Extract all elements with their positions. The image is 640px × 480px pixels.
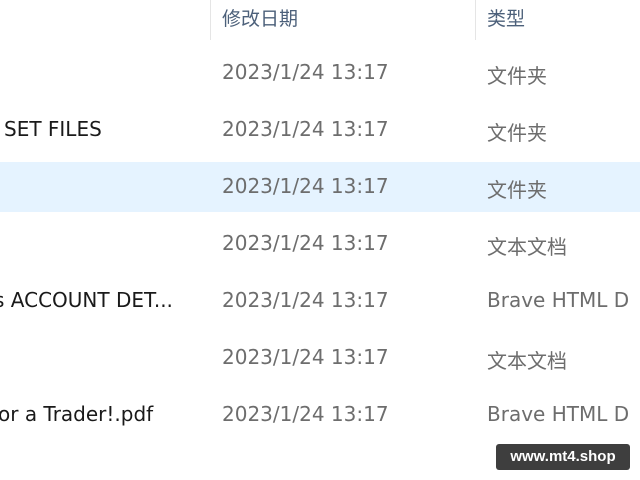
file-date-modified: 2023/1/24 13:17 <box>222 288 389 312</box>
file-row[interactable]: SET FILES 2023/1/24 13:17 文件夹 <box>0 105 640 155</box>
column-header-bar: 修改日期 类型 <box>0 0 640 40</box>
file-row-selected[interactable]: 2023/1/24 13:17 文件夹 <box>0 162 640 212</box>
file-type: Brave HTML D <box>487 402 630 426</box>
file-type: 文本文档 <box>487 349 567 373</box>
file-row[interactable]: s ACCOUNT DET... 2023/1/24 13:17 Brave H… <box>0 276 640 326</box>
file-date-modified: 2023/1/24 13:17 <box>222 117 389 141</box>
file-name[interactable]: or a Trader!.pdf <box>0 402 153 426</box>
file-type: 文件夹 <box>487 64 547 88</box>
file-type: 文件夹 <box>487 121 547 145</box>
file-row[interactable]: or a Trader!.pdf 2023/1/24 13:17 Brave H… <box>0 390 640 440</box>
file-row[interactable]: 2023/1/24 13:17 文本文档 <box>0 333 640 383</box>
watermark-label: www.mt4.shop <box>496 444 630 470</box>
file-type: 文本文档 <box>487 235 567 259</box>
file-date-modified: 2023/1/24 13:17 <box>222 345 389 369</box>
file-row[interactable]: 2023/1/24 13:17 文件夹 <box>0 48 640 98</box>
file-date-modified: 2023/1/24 13:17 <box>222 402 389 426</box>
file-name[interactable]: s ACCOUNT DET... <box>0 288 173 312</box>
file-type: 文件夹 <box>487 178 547 202</box>
column-divider[interactable] <box>475 0 476 40</box>
file-date-modified: 2023/1/24 13:17 <box>222 231 389 255</box>
file-type: Brave HTML D <box>487 288 630 312</box>
column-header-type[interactable]: 类型 <box>487 4 525 31</box>
file-name[interactable]: SET FILES <box>4 117 102 141</box>
file-date-modified: 2023/1/24 13:17 <box>222 174 389 198</box>
column-divider[interactable] <box>210 0 211 40</box>
file-date-modified: 2023/1/24 13:17 <box>222 60 389 84</box>
column-header-date-modified[interactable]: 修改日期 <box>222 4 298 31</box>
file-row[interactable]: 2023/1/24 13:17 文本文档 <box>0 219 640 269</box>
